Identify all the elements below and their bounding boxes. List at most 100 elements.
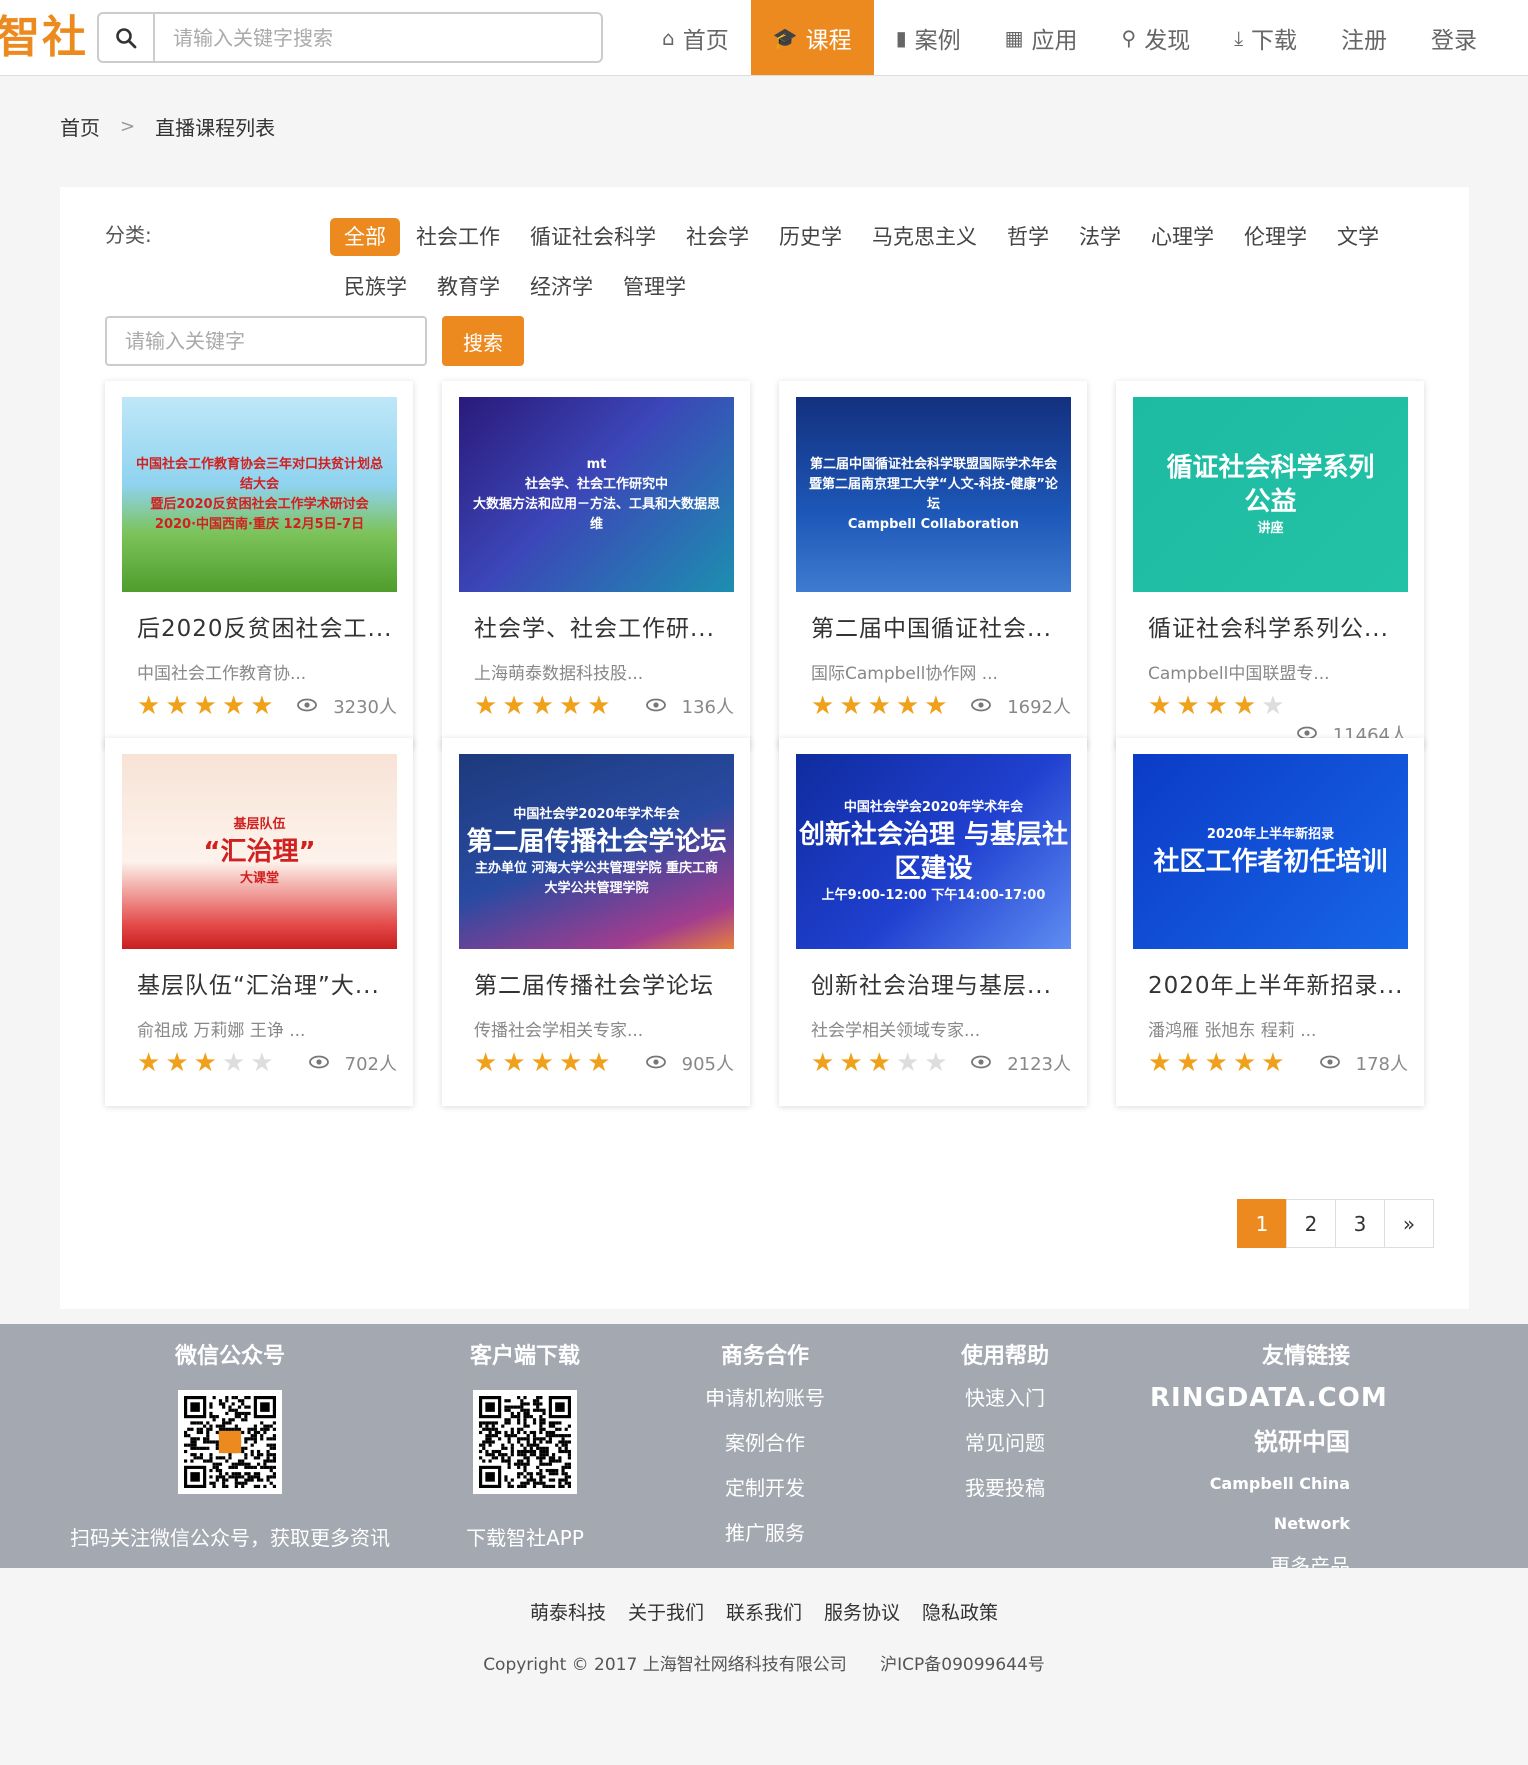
keyword-search-button[interactable]: 搜索 (442, 316, 524, 366)
footer-business-link[interactable]: 案例合作 (680, 1421, 850, 1466)
top-navbar: 智社 ⌂ 首页 🎓 课程 ▮ 案例 ▦ 应用 ⚲ 发现 ⤓ 下载 注册 登录 (0, 0, 1528, 76)
category-tab[interactable]: 历史学 (765, 218, 856, 256)
category-tab[interactable]: 教育学 (423, 268, 514, 306)
nav-item-2[interactable]: ▮ 案例 (874, 0, 983, 75)
star-icon: ★ (1232, 691, 1257, 721)
course-card[interactable]: 第二届中国循证社会科学联盟国际学术年会 暨第二届南京理工大学“人文-科技-健康”论… (779, 381, 1087, 749)
course-thumbnail[interactable]: 中国社会学2020年学术年会 第二届传播社会学论坛 主办单位 河海大学公共管理学院 … (459, 754, 734, 949)
course-title[interactable]: 2020年上半年新招录... (1148, 966, 1408, 1000)
course-card[interactable]: 2020年上半年新招录 社区工作者初任培训 2020年上半年新招录... 潘鸿雁 张旭… (1116, 738, 1424, 1106)
course-title[interactable]: 第二届传播社会学论坛 (474, 966, 734, 1000)
partner-ruiyan-logo[interactable]: 锐研中国 (1150, 1420, 1350, 1464)
nav-label: 应用 (1031, 27, 1078, 54)
nav-label: 下载 (1251, 27, 1298, 54)
keyword-input[interactable] (105, 316, 427, 366)
footer-bottom-links: 萌泰科技 关于我们 联系我们 服务协议 隐私政策 (0, 1598, 1528, 1625)
course-card[interactable]: 中国社会工作教育协会三年对口扶贫计划总结大会 暨后2020反贫困社会工作学术研讨会… (105, 381, 413, 749)
partner-ringdata-logo[interactable]: RINGDATA.COM (1150, 1376, 1387, 1420)
category-tab[interactable]: 全部 (330, 218, 400, 256)
category-tab[interactable]: 循证社会科学 (516, 218, 670, 256)
category-filter: 全部 社会工作 循证社会科学 社会学 历史学 马克思主义 哲学 法学 心理学 伦理学 文学民族学 教育… (330, 218, 1430, 306)
category-tab[interactable]: 社会工作 (402, 218, 514, 256)
nav-item-0[interactable]: ⌂ 首页 (640, 0, 751, 75)
course-title[interactable]: 后2020反贫困社会工... (137, 609, 397, 643)
eye-icon (971, 696, 992, 717)
course-card[interactable]: 基层队伍 “汇治理” 大课堂 基层队伍“汇治理”大... 俞祖成 万莉娜 王诤 ... ★… (105, 738, 413, 1106)
category-tab[interactable]: 心理学 (1137, 218, 1228, 256)
course-card[interactable]: 循证社会科学系列 公益 讲座 循证社会科学系列公... Campbell中国联盟专...… (1116, 381, 1424, 749)
category-tab[interactable]: 伦理学 (1230, 218, 1321, 256)
category-tab[interactable]: 法学 (1065, 218, 1135, 256)
footer-business-link[interactable]: 申请机构账号 (680, 1376, 850, 1421)
search-button[interactable] (99, 14, 155, 61)
thumbnail-caption: 社区工作者初任培训 (1153, 846, 1388, 877)
course-card[interactable]: 中国社会学会2020年学术年会 创新社会治理 与基层社区建设 上午9:00-12:0… (779, 738, 1087, 1106)
category-tab[interactable]: 管理学 (609, 268, 700, 306)
page-button[interactable]: 2 (1286, 1199, 1336, 1248)
course-thumbnail[interactable]: mt 社会学、社会工作研究中 大数据方法和应用－方法、工具和大数据思维 (459, 397, 734, 592)
course-title[interactable]: 基层队伍“汇治理”大... (137, 966, 397, 1000)
course-thumbnail[interactable]: 基层队伍 “汇治理” 大课堂 (122, 754, 397, 949)
footer-help-link[interactable]: 我要投稿 (930, 1466, 1080, 1511)
course-thumbnail[interactable]: 第二届中国循证社会科学联盟国际学术年会 暨第二届南京理工大学“人文-科技-健康”论… (796, 397, 1071, 592)
footer-help-link[interactable]: 快速入门 (930, 1376, 1080, 1421)
icp-number[interactable]: 沪ICP备09099644号 (880, 1655, 1045, 1675)
category-tab[interactable]: 社会学 (672, 218, 763, 256)
rating-stars: ★ ★ ★ ★ ★ (137, 1050, 274, 1076)
footer-business-link[interactable]: 定制开发 (680, 1466, 850, 1511)
nav-item-4[interactable]: ⚲ 发现 (1100, 0, 1213, 75)
thumbnail-caption: 2020年上半年新招录 (1206, 826, 1335, 842)
footer-bottom-link[interactable]: 萌泰科技 (530, 1598, 606, 1625)
nav-item-5[interactable]: ⤓ 下载 (1212, 0, 1319, 75)
star-icon: ★ (1176, 691, 1200, 721)
footer-bottom-link[interactable]: 隐私政策 (922, 1598, 998, 1625)
global-search-input[interactable] (155, 14, 601, 61)
footer-bottom-link[interactable]: 服务协议 (824, 1598, 900, 1625)
star-icon: ★ (1148, 691, 1172, 721)
category-tab[interactable]: 文学 (1323, 218, 1393, 256)
course-title[interactable]: 循证社会科学系列公... (1148, 609, 1408, 643)
course-meta: ★ ★ ★ ★ ★ 905人 (474, 1048, 734, 1078)
eye-icon (645, 696, 666, 717)
nav-item-3[interactable]: ▦ 应用 (983, 0, 1100, 75)
course-thumbnail[interactable]: 循证社会科学系列 公益 讲座 (1133, 397, 1408, 592)
next-page-button[interactable]: » (1384, 1199, 1434, 1248)
footer-app-title: 客户端下载 (469, 1344, 580, 1369)
breadcrumb: 首页 > 直播课程列表 (60, 112, 275, 141)
course-thumbnail[interactable]: 中国社会学会2020年学术年会 创新社会治理 与基层社区建设 上午9:00-12:0… (796, 754, 1071, 949)
course-card[interactable]: mt 社会学、社会工作研究中 大数据方法和应用－方法、工具和大数据思维社会学、社会工… (442, 381, 750, 749)
category-tab[interactable]: 经济学 (516, 268, 607, 306)
breadcrumb-current: 直播课程列表 (155, 116, 276, 140)
thumbnail-caption: “汇治理” (203, 836, 316, 867)
app-download-link[interactable]: 下载智社APP (430, 1522, 620, 1551)
thumbnail-caption: 第二届中国循证社会科学联盟国际学术年会 (809, 456, 1057, 472)
course-card[interactable]: 中国社会学2020年学术年会 第二届传播社会学论坛 主办单位 河海大学公共管理学院 … (442, 738, 750, 1106)
footer-help-link[interactable]: 常见问题 (930, 1421, 1080, 1466)
category-tab[interactable]: 民族学 (330, 268, 421, 306)
course-author: 国际Campbell协作网 ... (811, 664, 998, 684)
breadcrumb-home[interactable]: 首页 (60, 112, 100, 141)
nav-item-6[interactable]: 注册 (1319, 0, 1409, 75)
nav-item-1[interactable]: 🎓 课程 (750, 0, 874, 75)
nav-label: 注册 (1341, 27, 1388, 54)
thumbnail-caption: 大课堂 (239, 870, 279, 886)
course-title[interactable]: 第二届中国循证社会... (811, 609, 1071, 643)
category-tab[interactable]: 哲学 (993, 218, 1063, 256)
page-button[interactable]: 3 (1335, 1199, 1385, 1248)
footer-business: 商务合作 申请机构账号 案例合作 定制开发 推广服务 (680, 1338, 850, 1556)
footer-bottom-link[interactable]: 联系我们 (726, 1598, 802, 1625)
nav-item-7[interactable]: 登录 (1409, 0, 1499, 75)
partner-campbell-logo[interactable]: Campbell China Network (1150, 1464, 1350, 1544)
category-tab[interactable]: 马克思主义 (858, 218, 991, 256)
footer-business-link[interactable]: 推广服务 (680, 1511, 850, 1556)
course-thumbnail[interactable]: 中国社会工作教育协会三年对口扶贫计划总结大会 暨后2020反贫困社会工作学术研讨会… (122, 397, 397, 592)
page-button[interactable]: 1 (1237, 1199, 1287, 1248)
star-icon: ★ (587, 1048, 611, 1078)
course-thumbnail[interactable]: 2020年上半年新招录社区工作者初任培训 (1133, 754, 1408, 949)
map-marker-icon: ⚲ (1121, 25, 1137, 50)
course-title[interactable]: 社会学、社会工作研... (474, 609, 734, 643)
star-icon: ★ (558, 1048, 583, 1078)
footer-bottom-link[interactable]: 关于我们 (628, 1598, 704, 1625)
site-logo[interactable]: 智社 (0, 10, 88, 66)
course-title[interactable]: 创新社会治理与基层... (811, 966, 1071, 1000)
